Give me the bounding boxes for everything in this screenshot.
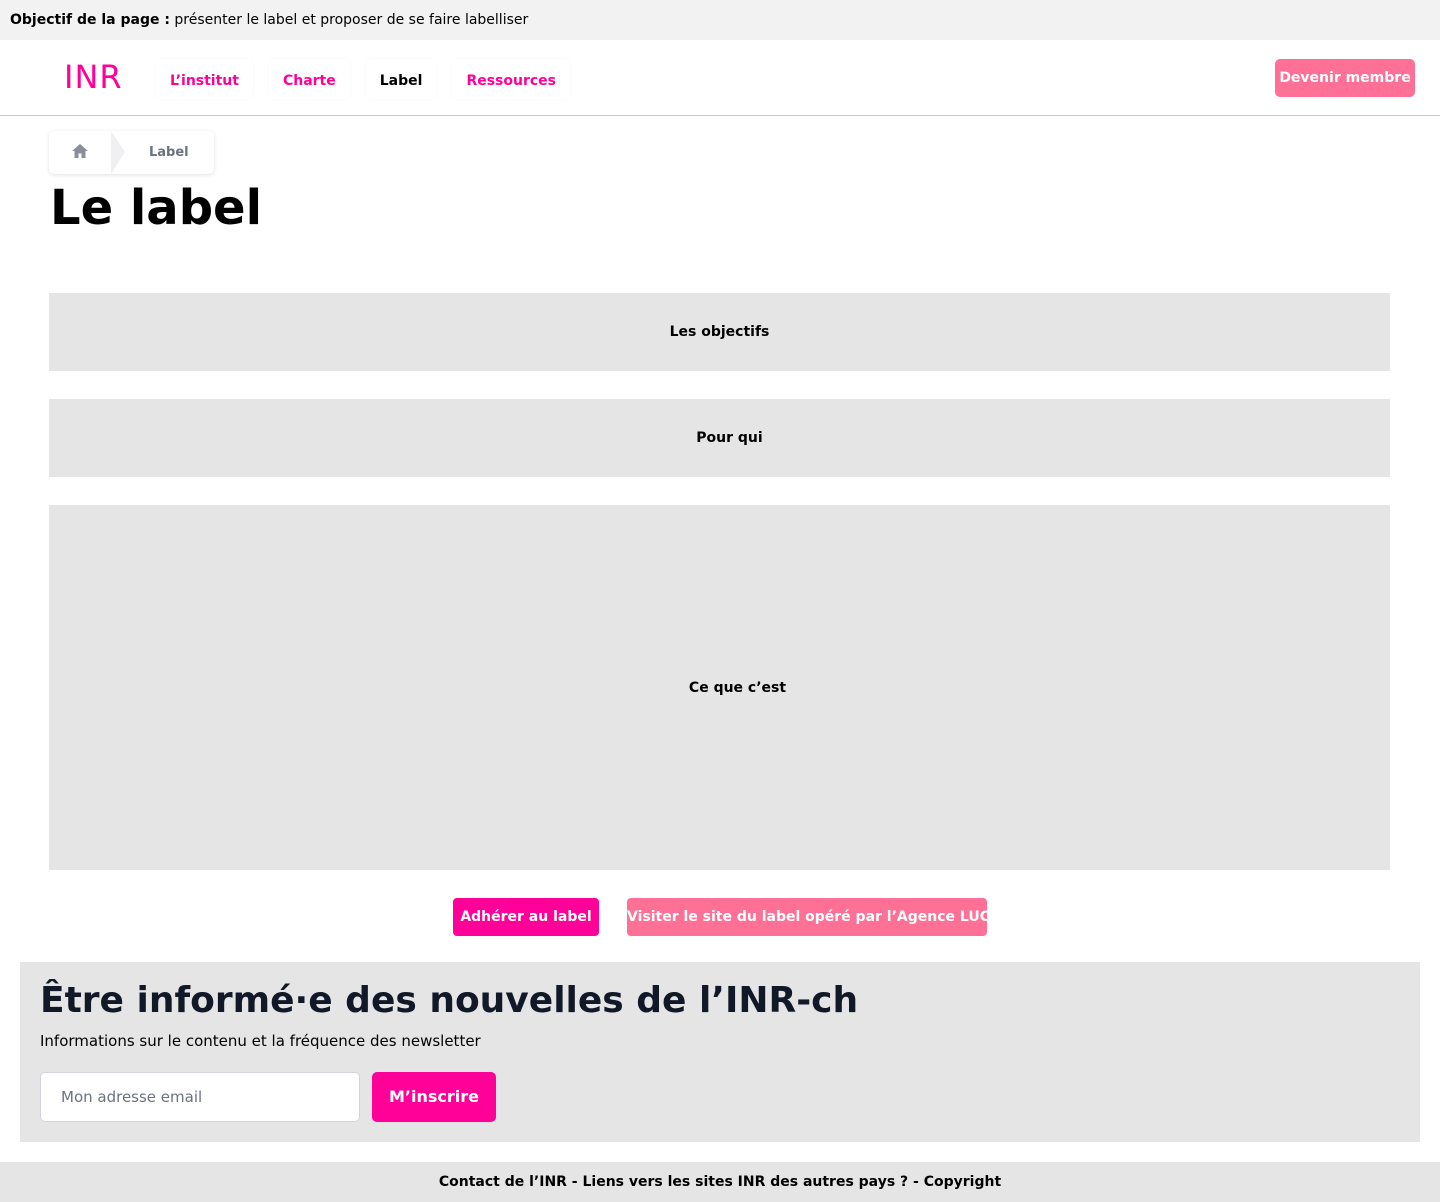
section-objectives: Les objectifs bbox=[49, 293, 1390, 371]
home-icon bbox=[71, 143, 89, 163]
nav-link-label[interactable]: Label bbox=[366, 59, 437, 99]
nav-link-charte[interactable]: Charte bbox=[269, 59, 350, 99]
section-audience-label: Pour qui bbox=[696, 430, 763, 446]
breadcrumb-separator bbox=[111, 131, 125, 174]
section-what-it-is-label: Ce que c’est bbox=[688, 679, 787, 696]
section-audience: Pour qui bbox=[49, 399, 1390, 477]
page-objective-label: Objectif de la page : bbox=[10, 12, 170, 28]
newsletter-panel: Être informé·e des nouvelles de l’INR-ch… bbox=[20, 962, 1420, 1142]
main-nav: L’institut Charte Label Ressources bbox=[156, 59, 586, 99]
section-what-it-is: Ce que c’est bbox=[49, 505, 1390, 870]
newsletter-title: Être informé·e des nouvelles de l’INR-ch bbox=[40, 980, 859, 1021]
join-label-button[interactable]: Adhérer au label bbox=[453, 898, 599, 936]
newsletter-subtitle: Informations sur le contenu et la fréque… bbox=[40, 1032, 481, 1050]
breadcrumb-current: Label bbox=[149, 145, 189, 160]
visit-label-site-button[interactable]: Visiter le site du label opéré par l’Age… bbox=[627, 898, 1005, 936]
section-objectives-label: Les objectifs bbox=[669, 324, 770, 340]
page-objective-note: Objectif de la page : présenter le label… bbox=[0, 0, 1440, 40]
page-objective-text: présenter le label et proposer de se fai… bbox=[174, 12, 529, 28]
breadcrumb-home[interactable] bbox=[49, 131, 125, 174]
page-title: Le label bbox=[50, 180, 263, 236]
email-field[interactable] bbox=[40, 1072, 360, 1122]
nav-link-institut[interactable]: L’institut bbox=[156, 59, 253, 99]
footer-links[interactable]: Contact de l’INR - Liens vers les sites … bbox=[439, 1174, 1001, 1190]
subscribe-button[interactable]: M’inscrire bbox=[372, 1072, 496, 1122]
navbar: INR L’institut Charte Label Ressources D… bbox=[0, 40, 1440, 116]
footer: Contact de l’INR - Liens vers les sites … bbox=[0, 1162, 1440, 1202]
nav-link-ressources[interactable]: Ressources bbox=[452, 59, 570, 99]
become-member-button[interactable]: Devenir membre bbox=[1275, 59, 1415, 97]
site-logo[interactable]: INR bbox=[64, 58, 123, 96]
breadcrumb: Label bbox=[49, 131, 214, 174]
